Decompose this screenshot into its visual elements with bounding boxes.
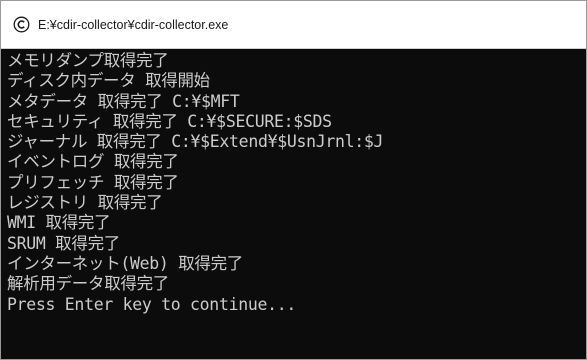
console-line: WMI 取得完了 — [7, 213, 111, 233]
console-prompt-line: Press Enter key to continue... — [7, 294, 297, 314]
console-line: メタデータ 取得完了 C:¥$MFT — [7, 91, 240, 111]
console-line: インターネット(Web) 取得完了 — [7, 253, 244, 273]
console-line: セキュリティ 取得完了 C:¥$SECURE:$SDS — [7, 111, 332, 131]
title-bar[interactable]: E:¥cdir-collector¥cdir-collector.exe — [1, 1, 586, 49]
console-line: プリフェッチ 取得完了 — [7, 172, 179, 192]
console-line: ジャーナル 取得完了 C:¥$Extend¥$UsnJrnl:$J — [7, 132, 384, 152]
console-line: レジストリ 取得完了 — [7, 193, 163, 213]
console-line: メモリダンプ取得完了 — [7, 51, 169, 70]
console-line: イベントログ 取得完了 — [7, 152, 179, 172]
window-title: E:¥cdir-collector¥cdir-collector.exe — [38, 17, 229, 32]
cdir-collector-app-icon — [13, 16, 30, 33]
console-line: 解析用データ取得完了 — [7, 274, 170, 294]
console-window: E:¥cdir-collector¥cdir-collector.exe メモリ… — [0, 0, 587, 360]
console-output[interactable]: メモリダンプ取得完了 ディスク内データ 取得開始 メタデータ 取得完了 C:¥$… — [1, 49, 586, 359]
console-line: ディスク内データ 取得開始 — [7, 71, 210, 91]
console-line: SRUM 取得完了 — [7, 233, 120, 253]
